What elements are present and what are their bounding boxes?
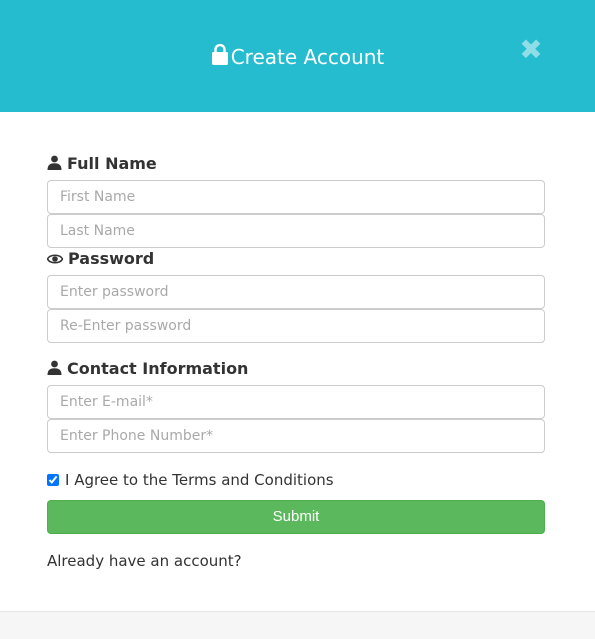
first-name-input[interactable] bbox=[47, 180, 545, 214]
phone-input[interactable] bbox=[47, 419, 545, 453]
lock-icon bbox=[211, 43, 229, 65]
modal-title-text: Create Account bbox=[230, 45, 385, 69]
password-input[interactable] bbox=[47, 275, 545, 309]
user-icon bbox=[47, 360, 62, 375]
modal-title: Create Account bbox=[0, 43, 595, 71]
password-label-text: Password bbox=[68, 249, 155, 268]
contact-information-label-text: Contact Information bbox=[67, 359, 249, 378]
reenter-password-input[interactable] bbox=[47, 309, 545, 343]
submit-button[interactable]: Submit bbox=[47, 500, 545, 534]
eye-icon bbox=[47, 254, 63, 264]
modal-footer bbox=[0, 611, 595, 639]
full-name-label: Full Name bbox=[47, 154, 157, 174]
login-link[interactable]: Already have an account? bbox=[47, 551, 242, 571]
full-name-label-text: Full Name bbox=[67, 154, 157, 173]
create-account-modal: Create Account ✖ Full Name Password Cont… bbox=[0, 0, 595, 639]
terms-checkbox[interactable] bbox=[47, 474, 59, 486]
terms-agreement: I Agree to the Terms and Conditions bbox=[47, 470, 334, 490]
password-label: Password bbox=[47, 249, 154, 269]
email-input[interactable] bbox=[47, 385, 545, 419]
modal-header: Create Account ✖ bbox=[0, 0, 595, 112]
last-name-input[interactable] bbox=[47, 214, 545, 248]
contact-information-label: Contact Information bbox=[47, 359, 248, 379]
terms-label: I Agree to the Terms and Conditions bbox=[65, 471, 334, 489]
close-button[interactable]: ✖ bbox=[519, 36, 543, 64]
user-icon bbox=[47, 155, 62, 170]
